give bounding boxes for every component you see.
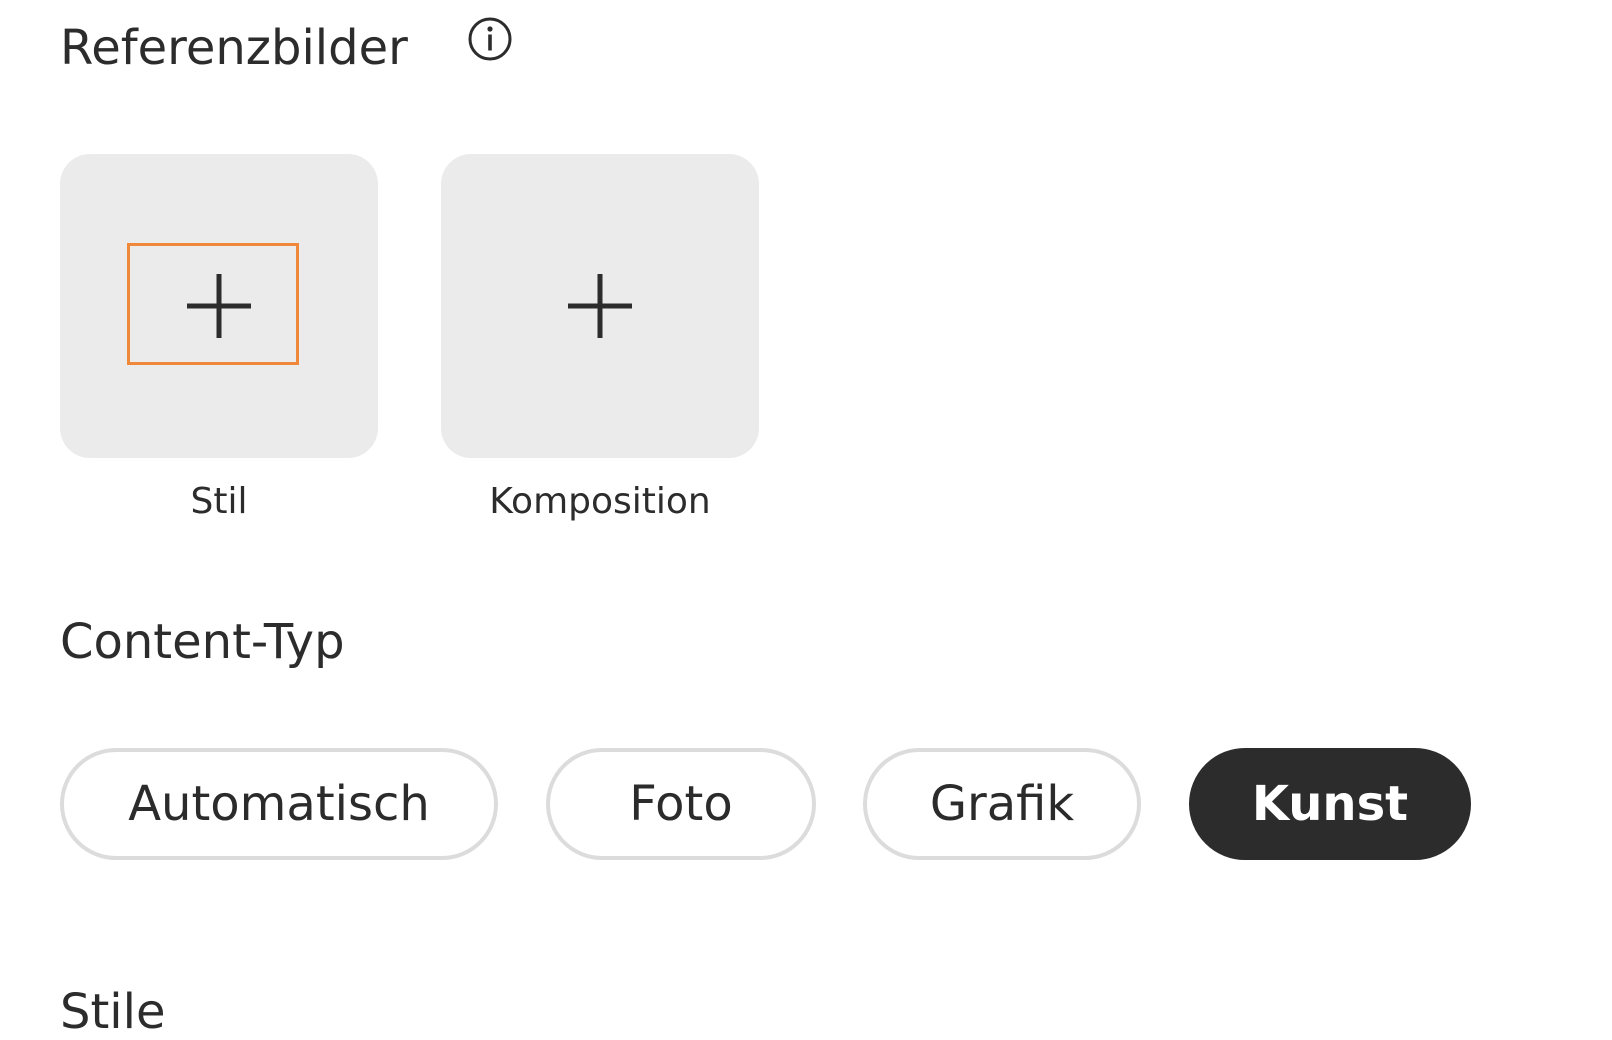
tile-label-komposition: Komposition <box>489 481 711 522</box>
content-type-chip-kunst[interactable]: Kunst <box>1189 748 1471 860</box>
add-composition-reference-button[interactable] <box>441 154 759 458</box>
plus-icon <box>184 271 254 341</box>
reference-images-title: Referenzbilder <box>60 20 408 76</box>
plus-icon <box>565 271 635 341</box>
info-icon[interactable] <box>466 15 514 63</box>
content-type-title: Content-Typ <box>60 614 345 670</box>
reference-tile-stil: Stil <box>60 154 378 520</box>
add-style-reference-button[interactable] <box>60 154 378 458</box>
styles-title: Stile <box>60 984 166 1040</box>
content-type-chip-grafik[interactable]: Grafik <box>863 748 1141 860</box>
reference-tile-komposition: Komposition <box>441 154 759 520</box>
tile-label-stil: Stil <box>190 481 248 522</box>
content-type-chip-foto[interactable]: Foto <box>546 748 816 860</box>
content-type-chip-automatisch[interactable]: Automatisch <box>60 748 498 860</box>
